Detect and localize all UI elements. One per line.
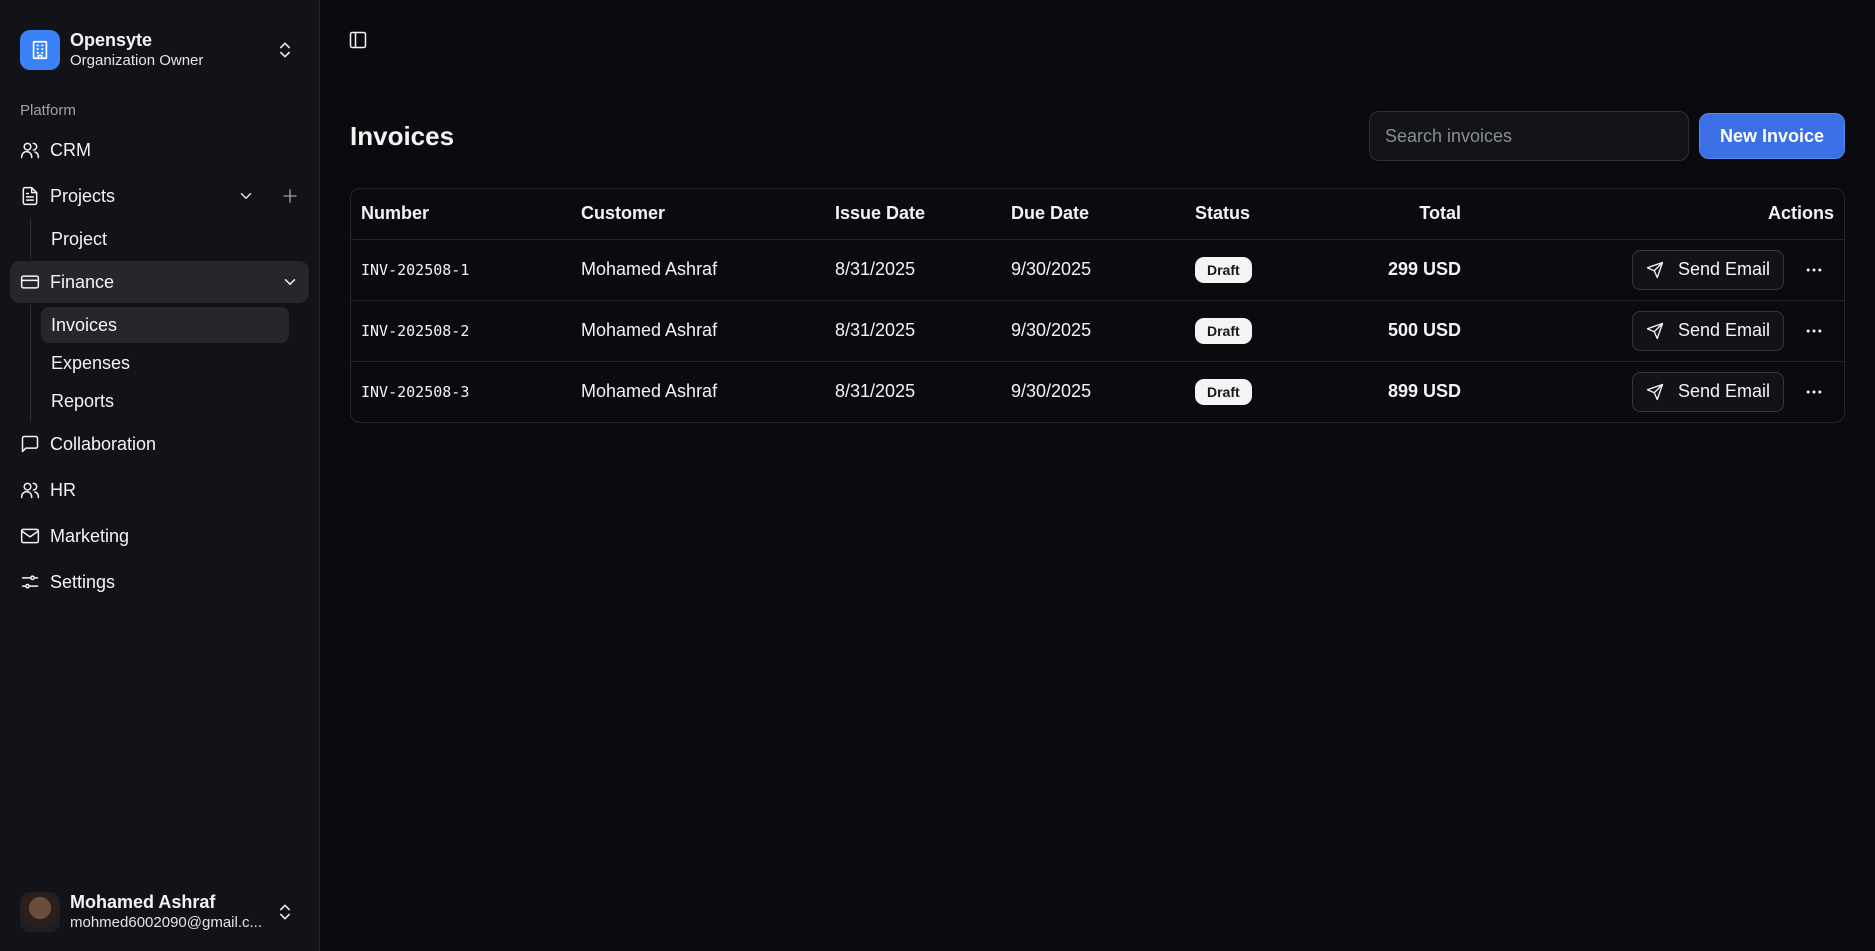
- table-header-row: Number Customer Issue Date Due Date Stat…: [351, 189, 1844, 240]
- sidebar-item-label: Settings: [50, 571, 116, 592]
- credit-card-icon: [20, 272, 40, 292]
- avatar: [20, 892, 60, 932]
- file-text-icon: [20, 186, 40, 206]
- column-header[interactable]: Due Date: [1001, 189, 1185, 240]
- users-icon: [20, 140, 40, 160]
- customer-name: Mohamed Ashraf: [581, 381, 718, 402]
- projects-submenu: Project: [30, 219, 289, 259]
- sidebar: Opensyte Organization Owner Platform CRM…: [0, 0, 320, 951]
- users-icon: [20, 480, 40, 500]
- more-actions-button[interactable]: [1794, 372, 1834, 412]
- send-icon: [1646, 322, 1664, 340]
- more-horizontal-icon: [1804, 260, 1824, 280]
- sidebar-item-finance[interactable]: Finance: [10, 261, 309, 303]
- send-email-label: Send Email: [1677, 381, 1770, 402]
- sidebar-toggle-button[interactable]: [342, 24, 374, 56]
- invoice-number[interactable]: INV-202508-2: [351, 300, 571, 362]
- issue-date: 8/31/2025: [825, 300, 1001, 362]
- invoice-total: 299 USD: [1295, 239, 1471, 301]
- sliders-icon: [20, 572, 40, 592]
- sidebar-item-label: Projects: [50, 185, 116, 206]
- more-actions-button[interactable]: [1794, 311, 1834, 351]
- send-icon: [1646, 383, 1664, 401]
- user-email: mohmed6002090@gmail.c...: [70, 914, 262, 931]
- org-role: Organization Owner: [70, 52, 204, 69]
- customer-name: Mohamed Ashraf: [571, 239, 825, 301]
- chevron-down-icon[interactable]: [281, 273, 299, 291]
- send-email-button[interactable]: Send Email: [1631, 249, 1784, 290]
- column-header[interactable]: Issue Date: [825, 189, 1001, 240]
- panel-left-icon: [348, 30, 368, 50]
- search-input[interactable]: [1368, 111, 1689, 161]
- sidebar-subitem-reports[interactable]: Reports: [41, 383, 289, 419]
- sidebar-item-collaboration[interactable]: Collaboration: [10, 423, 309, 465]
- sidebar-item-settings[interactable]: Settings: [10, 561, 309, 603]
- page-title: Invoices: [350, 120, 455, 151]
- send-email-label: Send Email: [1677, 320, 1770, 340]
- user-name: Mohamed Ashraf: [70, 892, 216, 912]
- invoice-total: 500 USD: [1295, 300, 1471, 362]
- invoices-table: Number Customer Issue Date Due Date Stat…: [350, 188, 1845, 423]
- more-actions-button[interactable]: [1794, 250, 1834, 290]
- status-badge: Draft: [1195, 317, 1252, 344]
- sidebar-subitem-invoices[interactable]: Invoices: [41, 307, 289, 343]
- sidebar-item-label: CRM: [50, 139, 91, 160]
- table-row[interactable]: INV-202508-1 Mohamed Ashraf 8/31/2025 9/…: [351, 239, 1844, 301]
- sidebar-item-label: Marketing: [50, 525, 130, 546]
- more-horizontal-icon: [1804, 382, 1824, 402]
- send-email-button[interactable]: Send Email: [1631, 371, 1784, 412]
- org-switcher[interactable]: Opensyte Organization Owner: [0, 0, 319, 80]
- invoice-total: 899 USD: [1387, 381, 1461, 402]
- invoice-number[interactable]: INV-202508-3: [351, 361, 571, 422]
- status-badge: Draft: [1195, 378, 1252, 405]
- sidebar-item-hr[interactable]: HR: [10, 469, 309, 511]
- chevrons-up-down-icon: [275, 40, 295, 60]
- main-content: Invoices New Invoice Number Customer Iss…: [320, 0, 1875, 951]
- issue-date: 8/31/2025: [835, 381, 916, 402]
- column-header[interactable]: Customer: [571, 189, 825, 240]
- status-badge: Draft: [1195, 256, 1252, 283]
- column-header[interactable]: Total: [1295, 189, 1471, 240]
- send-icon: [1646, 261, 1664, 279]
- sidebar-item-marketing[interactable]: Marketing: [10, 515, 309, 557]
- due-date: 9/30/2025: [1001, 239, 1185, 301]
- sidebar-item-label: HR: [50, 479, 76, 500]
- user-menu[interactable]: Mohamed Ashraf mohmed6002090@gmail.c...: [20, 891, 299, 933]
- new-invoice-button[interactable]: New Invoice: [1698, 113, 1845, 159]
- sidebar-subitem-project[interactable]: Project: [41, 221, 289, 257]
- sidebar-item-projects[interactable]: Projects: [10, 175, 309, 217]
- sidebar-item-crm[interactable]: CRM: [10, 129, 309, 171]
- chevrons-up-down-icon: [275, 902, 295, 922]
- sidebar-item-label: Collaboration: [50, 433, 157, 454]
- finance-submenu: Invoices Expenses Reports: [30, 305, 289, 421]
- column-header: Actions: [1471, 189, 1844, 240]
- table-row[interactable]: INV-202508-3 Mohamed Ashraf 8/31/2025 9/…: [351, 361, 1844, 422]
- send-email-button[interactable]: Send Email: [1631, 310, 1784, 351]
- send-email-label: Send Email: [1677, 259, 1770, 279]
- column-header[interactable]: Status: [1185, 189, 1295, 240]
- sidebar-subitem-expenses[interactable]: Expenses: [41, 345, 289, 381]
- chevron-down-icon[interactable]: [237, 187, 255, 205]
- due-date: 9/30/2025: [1001, 300, 1185, 362]
- message-square-icon: [20, 434, 40, 454]
- table-row[interactable]: INV-202508-2 Mohamed Ashraf 8/31/2025 9/…: [351, 300, 1844, 362]
- customer-name: Mohamed Ashraf: [571, 300, 825, 362]
- org-name: Opensyte: [70, 30, 153, 50]
- more-horizontal-icon: [1804, 321, 1824, 341]
- group-label-platform: Platform: [20, 102, 76, 119]
- due-date: 9/30/2025: [1011, 381, 1092, 402]
- plus-icon[interactable]: [281, 187, 299, 205]
- column-header[interactable]: Number: [351, 189, 571, 240]
- mail-icon: [20, 526, 40, 546]
- issue-date: 8/31/2025: [825, 239, 1001, 301]
- building-icon: [20, 30, 60, 70]
- sidebar-item-label: Finance: [50, 271, 115, 292]
- invoice-number[interactable]: INV-202508-1: [351, 239, 571, 301]
